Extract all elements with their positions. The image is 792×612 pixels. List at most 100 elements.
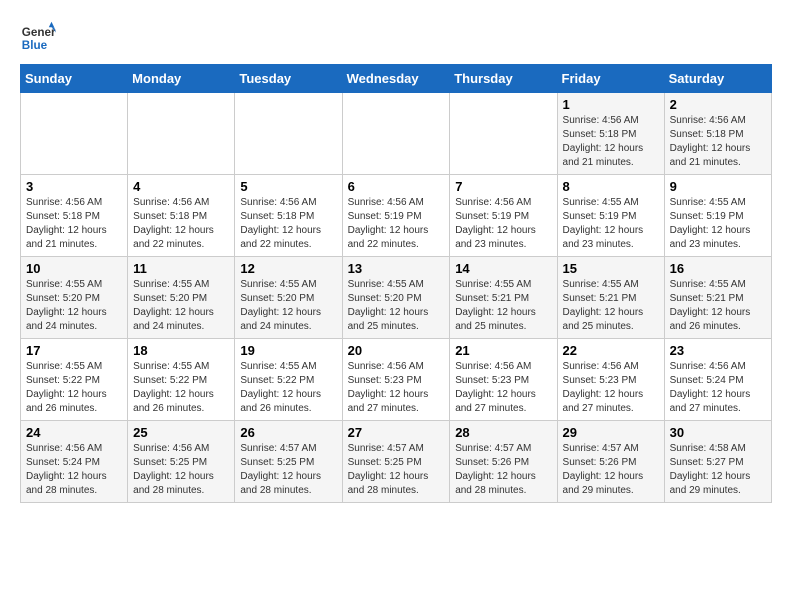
calendar-cell: 17Sunrise: 4:55 AM Sunset: 5:22 PM Dayli… xyxy=(21,339,128,421)
day-number: 16 xyxy=(670,261,766,276)
day-info: Sunrise: 4:57 AM Sunset: 5:25 PM Dayligh… xyxy=(348,442,445,498)
day-info: Sunrise: 4:56 AM Sunset: 5:19 PM Dayligh… xyxy=(348,196,445,252)
calendar-cell: 9 Sunrise: 4:55 AM Sunset: 5:19 PM Daylig… xyxy=(664,175,771,257)
day-number: 14 xyxy=(455,261,551,276)
day-info: Sunrise: 4:55 AM Sunset: 5:20 PM Dayligh… xyxy=(26,278,122,334)
day-number: 12 xyxy=(240,261,336,276)
day-number: 27 xyxy=(348,425,445,440)
logo: General Blue xyxy=(20,20,56,56)
calendar-cell: 15 Sunrise: 4:55 AM Sunset: 5:21 PM Dayli… xyxy=(557,257,664,339)
calendar-cell: 3Sunrise: 4:56 AM Sunset: 5:18 PM Daylig… xyxy=(21,175,128,257)
day-number: 25 xyxy=(133,425,229,440)
day-info: Sunrise: 4:56 AM Sunset: 5:19 PM Dayligh… xyxy=(455,196,551,252)
day-info: Sunrise: 4:56 AM Sunset: 5:24 PM Dayligh… xyxy=(670,360,766,416)
day-info: Sunrise: 4:56 AM Sunset: 5:23 PM Dayligh… xyxy=(455,360,551,416)
calendar-cell: 22 Sunrise: 4:56 AM Sunset: 5:23 PM Dayli… xyxy=(557,339,664,421)
calendar-cell: 18 Sunrise: 4:55 AM Sunset: 5:22 PM Dayli… xyxy=(128,339,235,421)
calendar-cell: 26 Sunrise: 4:57 AM Sunset: 5:25 PM Dayli… xyxy=(235,421,342,503)
calendar-cell: 11 Sunrise: 4:55 AM Sunset: 5:20 PM Dayli… xyxy=(128,257,235,339)
day-number: 28 xyxy=(455,425,551,440)
calendar-cell xyxy=(128,93,235,175)
day-info: Sunrise: 4:56 AM Sunset: 5:25 PM Dayligh… xyxy=(133,442,229,498)
calendar-cell: 25 Sunrise: 4:56 AM Sunset: 5:25 PM Dayli… xyxy=(128,421,235,503)
page-header: General Blue xyxy=(20,20,772,56)
weekday-header: Friday xyxy=(557,65,664,93)
day-number: 2 xyxy=(670,97,766,112)
weekday-header: Saturday xyxy=(664,65,771,93)
day-info: Sunrise: 4:55 AM Sunset: 5:21 PM Dayligh… xyxy=(455,278,551,334)
day-number: 9 xyxy=(670,179,766,194)
weekday-header: Thursday xyxy=(450,65,557,93)
weekday-header: Wednesday xyxy=(342,65,450,93)
svg-text:Blue: Blue xyxy=(22,39,48,52)
day-info: Sunrise: 4:56 AM Sunset: 5:18 PM Dayligh… xyxy=(563,114,659,170)
calendar-cell: 6 Sunrise: 4:56 AM Sunset: 5:19 PM Daylig… xyxy=(342,175,450,257)
calendar-cell: 13 Sunrise: 4:55 AM Sunset: 5:20 PM Dayli… xyxy=(342,257,450,339)
calendar-cell: 12 Sunrise: 4:55 AM Sunset: 5:20 PM Dayli… xyxy=(235,257,342,339)
day-number: 21 xyxy=(455,343,551,358)
day-info: Sunrise: 4:56 AM Sunset: 5:23 PM Dayligh… xyxy=(348,360,445,416)
day-info: Sunrise: 4:55 AM Sunset: 5:21 PM Dayligh… xyxy=(670,278,766,334)
day-number: 18 xyxy=(133,343,229,358)
day-number: 7 xyxy=(455,179,551,194)
day-info: Sunrise: 4:57 AM Sunset: 5:26 PM Dayligh… xyxy=(455,442,551,498)
calendar-cell: 1 Sunrise: 4:56 AM Sunset: 5:18 PM Daylig… xyxy=(557,93,664,175)
day-info: Sunrise: 4:57 AM Sunset: 5:25 PM Dayligh… xyxy=(240,442,336,498)
day-number: 26 xyxy=(240,425,336,440)
weekday-header: Tuesday xyxy=(235,65,342,93)
calendar-cell: 27 Sunrise: 4:57 AM Sunset: 5:25 PM Dayli… xyxy=(342,421,450,503)
calendar-cell: 28 Sunrise: 4:57 AM Sunset: 5:26 PM Dayli… xyxy=(450,421,557,503)
day-number: 30 xyxy=(670,425,766,440)
svg-text:General: General xyxy=(22,26,56,39)
calendar-cell: 8Sunrise: 4:55 AM Sunset: 5:19 PM Daylig… xyxy=(557,175,664,257)
day-info: Sunrise: 4:56 AM Sunset: 5:18 PM Dayligh… xyxy=(133,196,229,252)
calendar-cell: 4 Sunrise: 4:56 AM Sunset: 5:18 PM Daylig… xyxy=(128,175,235,257)
calendar-cell: 14 Sunrise: 4:55 AM Sunset: 5:21 PM Dayli… xyxy=(450,257,557,339)
day-info: Sunrise: 4:55 AM Sunset: 5:19 PM Dayligh… xyxy=(670,196,766,252)
calendar-cell: 10 Sunrise: 4:55 AM Sunset: 5:20 PM Dayli… xyxy=(21,257,128,339)
day-number: 3 xyxy=(26,179,122,194)
day-number: 11 xyxy=(133,261,229,276)
calendar-week-row: 3 Sunrise: 4:56 AM Sunset: 5:18 PM Daylig… xyxy=(21,175,772,257)
day-info: Sunrise: 4:55 AM Sunset: 5:22 PM Dayligh… xyxy=(133,360,229,416)
day-info: Sunrise: 4:55 AM Sunset: 5:20 PM Dayligh… xyxy=(348,278,445,334)
day-number: 22 xyxy=(563,343,659,358)
day-number: 10 xyxy=(26,261,122,276)
calendar-cell: 19Sunrise: 4:55 AM Sunset: 5:22 PM Dayli… xyxy=(235,339,342,421)
day-number: 15 xyxy=(563,261,659,276)
calendar-cell: 7 Sunrise: 4:56 AM Sunset: 5:19 PM Daylig… xyxy=(450,175,557,257)
day-number: 24 xyxy=(26,425,122,440)
calendar-week-row: 17 Sunrise: 4:55 AM Sunset: 5:22 PM Dayli… xyxy=(21,339,772,421)
calendar-week-row: 24Sunrise: 4:56 AM Sunset: 5:24 PM Dayli… xyxy=(21,421,772,503)
day-info: Sunrise: 4:58 AM Sunset: 5:27 PM Dayligh… xyxy=(670,442,766,498)
day-info: Sunrise: 4:56 AM Sunset: 5:18 PM Dayligh… xyxy=(240,196,336,252)
calendar-table: SundayMondayTuesdayWednesdayThursdayFrid… xyxy=(20,64,772,503)
day-info: Sunrise: 4:57 AM Sunset: 5:26 PM Dayligh… xyxy=(563,442,659,498)
weekday-header: Sunday xyxy=(21,65,128,93)
day-number: 4 xyxy=(133,179,229,194)
day-info: Sunrise: 4:55 AM Sunset: 5:20 PM Dayligh… xyxy=(133,278,229,334)
day-info: Sunrise: 4:55 AM Sunset: 5:20 PM Dayligh… xyxy=(240,278,336,334)
calendar-cell: 21 Sunrise: 4:56 AM Sunset: 5:23 PM Dayli… xyxy=(450,339,557,421)
calendar-cell xyxy=(21,93,128,175)
day-number: 6 xyxy=(348,179,445,194)
day-number: 19 xyxy=(240,343,336,358)
day-info: Sunrise: 4:56 AM Sunset: 5:18 PM Dayligh… xyxy=(670,114,766,170)
day-number: 17 xyxy=(26,343,122,358)
calendar-cell: 23Sunrise: 4:56 AM Sunset: 5:24 PM Dayli… xyxy=(664,339,771,421)
calendar-cell: 5Sunrise: 4:56 AM Sunset: 5:18 PM Daylig… xyxy=(235,175,342,257)
day-number: 1 xyxy=(563,97,659,112)
calendar-week-row: 10 Sunrise: 4:55 AM Sunset: 5:20 PM Dayli… xyxy=(21,257,772,339)
calendar-cell: 2 Sunrise: 4:56 AM Sunset: 5:18 PM Daylig… xyxy=(664,93,771,175)
calendar-cell: 30 Sunrise: 4:58 AM Sunset: 5:27 PM Dayli… xyxy=(664,421,771,503)
weekday-header-row: SundayMondayTuesdayWednesdayThursdayFrid… xyxy=(21,65,772,93)
day-info: Sunrise: 4:55 AM Sunset: 5:19 PM Dayligh… xyxy=(563,196,659,252)
day-info: Sunrise: 4:55 AM Sunset: 5:21 PM Dayligh… xyxy=(563,278,659,334)
day-number: 13 xyxy=(348,261,445,276)
day-info: Sunrise: 4:56 AM Sunset: 5:23 PM Dayligh… xyxy=(563,360,659,416)
calendar-cell xyxy=(342,93,450,175)
day-number: 20 xyxy=(348,343,445,358)
calendar-cell xyxy=(235,93,342,175)
day-number: 29 xyxy=(563,425,659,440)
calendar-cell: 29 Sunrise: 4:57 AM Sunset: 5:26 PM Dayli… xyxy=(557,421,664,503)
